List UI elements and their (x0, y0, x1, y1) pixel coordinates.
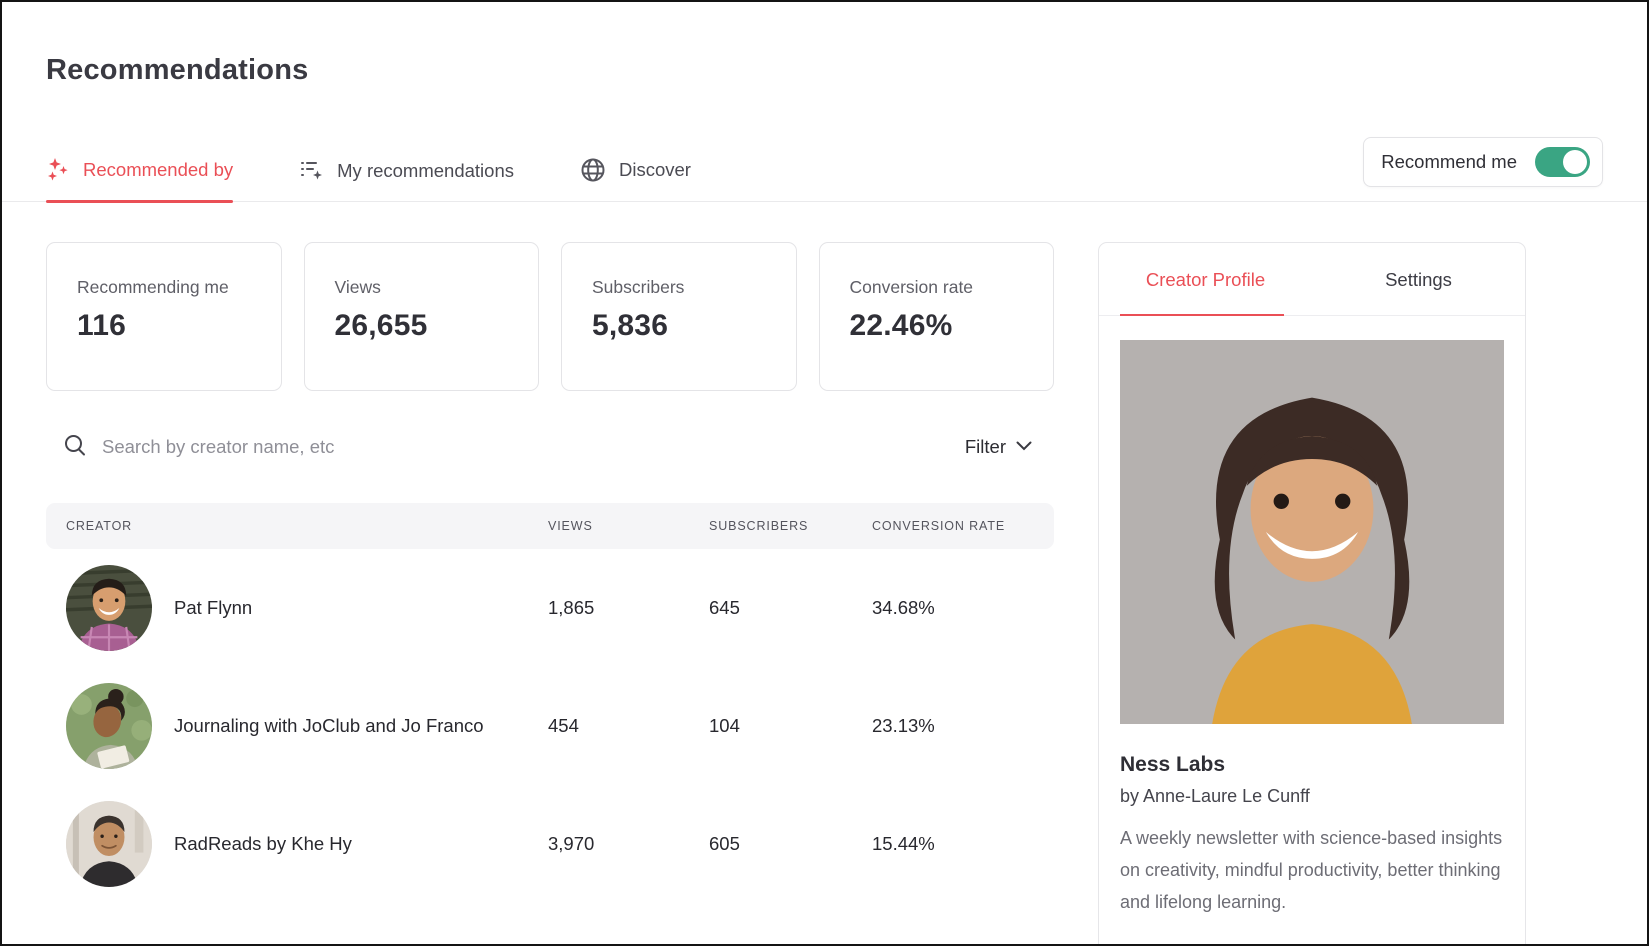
profile-name: Ness Labs (1120, 753, 1504, 777)
search-box[interactable] (46, 433, 965, 462)
subscribers-value: 645 (709, 597, 872, 619)
stat-label: Subscribers (592, 277, 766, 298)
tab-label: Recommended by (83, 159, 233, 181)
views-value: 3,970 (548, 833, 709, 855)
creator-name: RadReads by Khe Hy (174, 833, 352, 855)
recommend-me-button[interactable]: Recommend me (1363, 137, 1603, 187)
search-input[interactable] (102, 436, 522, 458)
table-row[interactable]: Journaling with JoClub and Jo Franco 454… (46, 667, 1054, 785)
stat-value: 22.46% (850, 309, 1024, 343)
filter-label: Filter (965, 436, 1006, 458)
stat-value: 5,836 (592, 309, 766, 343)
views-value: 454 (548, 715, 709, 737)
column-header-conversion-rate: CONVERSION RATE (872, 519, 1034, 533)
chevron-down-icon (1016, 438, 1032, 456)
tab-discover[interactable]: Discover (580, 157, 691, 201)
tab-settings[interactable]: Settings (1312, 243, 1525, 315)
search-icon (63, 433, 87, 462)
stats-and-table-column: Recommending me 116 Views 26,655 Subscri… (46, 242, 1054, 903)
tab-creator-profile[interactable]: Creator Profile (1099, 243, 1312, 315)
search-filter-row: Filter (46, 425, 1054, 469)
table-row[interactable]: Pat Flynn 1,865 645 34.68% (46, 549, 1054, 667)
tab-label: Discover (619, 159, 691, 181)
stat-cards: Recommending me 116 Views 26,655 Subscri… (46, 242, 1054, 391)
recommendations-page: Recommendations Recommended by (0, 0, 1649, 946)
conversion-rate-value: 15.44% (872, 833, 1034, 855)
profile-description: A weekly newsletter with science-based i… (1120, 822, 1504, 918)
stat-label: Recommending me (77, 277, 251, 298)
stat-card-views: Views 26,655 (304, 242, 540, 391)
creator-profile-panel: Creator Profile Settings (1098, 242, 1526, 946)
recommend-me-toggle[interactable] (1535, 147, 1590, 177)
column-header-views: VIEWS (548, 519, 709, 533)
creator-name: Pat Flynn (174, 597, 252, 619)
page-title: Recommendations (2, 2, 1647, 87)
subscribers-value: 104 (709, 715, 872, 737)
profile-avatar (1120, 340, 1504, 724)
conversion-rate-value: 23.13% (872, 715, 1034, 737)
stat-card-subscribers: Subscribers 5,836 (561, 242, 797, 391)
recommend-me-label: Recommend me (1381, 151, 1517, 173)
main-content: Recommending me 116 Views 26,655 Subscri… (2, 202, 1647, 946)
creator-name: Journaling with JoClub and Jo Franco (174, 715, 484, 737)
stat-label: Views (335, 277, 509, 298)
stat-label: Conversion rate (850, 277, 1024, 298)
list-sparkle-icon (299, 158, 324, 183)
stat-value: 116 (77, 309, 251, 343)
subscribers-value: 605 (709, 833, 872, 855)
avatar (66, 801, 152, 887)
globe-icon (580, 157, 606, 183)
column-header-creator: CREATOR (66, 519, 548, 533)
tab-recommended-by[interactable]: Recommended by (46, 157, 233, 201)
panel-tab-bar: Creator Profile Settings (1099, 243, 1525, 316)
sparkles-icon (46, 157, 70, 183)
avatar (66, 565, 152, 651)
filter-button[interactable]: Filter (965, 436, 1054, 458)
column-header-subscribers: SUBSCRIBERS (709, 519, 872, 533)
views-value: 1,865 (548, 597, 709, 619)
tab-my-recommendations[interactable]: My recommendations (299, 158, 514, 201)
toggle-knob (1563, 150, 1587, 174)
tab-label: My recommendations (337, 160, 514, 182)
profile-byline: by Anne-Laure Le Cunff (1120, 786, 1504, 807)
avatar (66, 683, 152, 769)
table-header-row: CREATOR VIEWS SUBSCRIBERS CONVERSION RAT… (46, 503, 1054, 549)
stat-card-conversion-rate: Conversion rate 22.46% (819, 242, 1055, 391)
table-row[interactable]: RadReads by Khe Hy 3,970 605 15.44% (46, 785, 1054, 903)
stat-card-recommending-me: Recommending me 116 (46, 242, 282, 391)
tab-bar: Recommended by My recommendations (2, 137, 1647, 202)
conversion-rate-value: 34.68% (872, 597, 1034, 619)
stat-value: 26,655 (335, 309, 509, 343)
